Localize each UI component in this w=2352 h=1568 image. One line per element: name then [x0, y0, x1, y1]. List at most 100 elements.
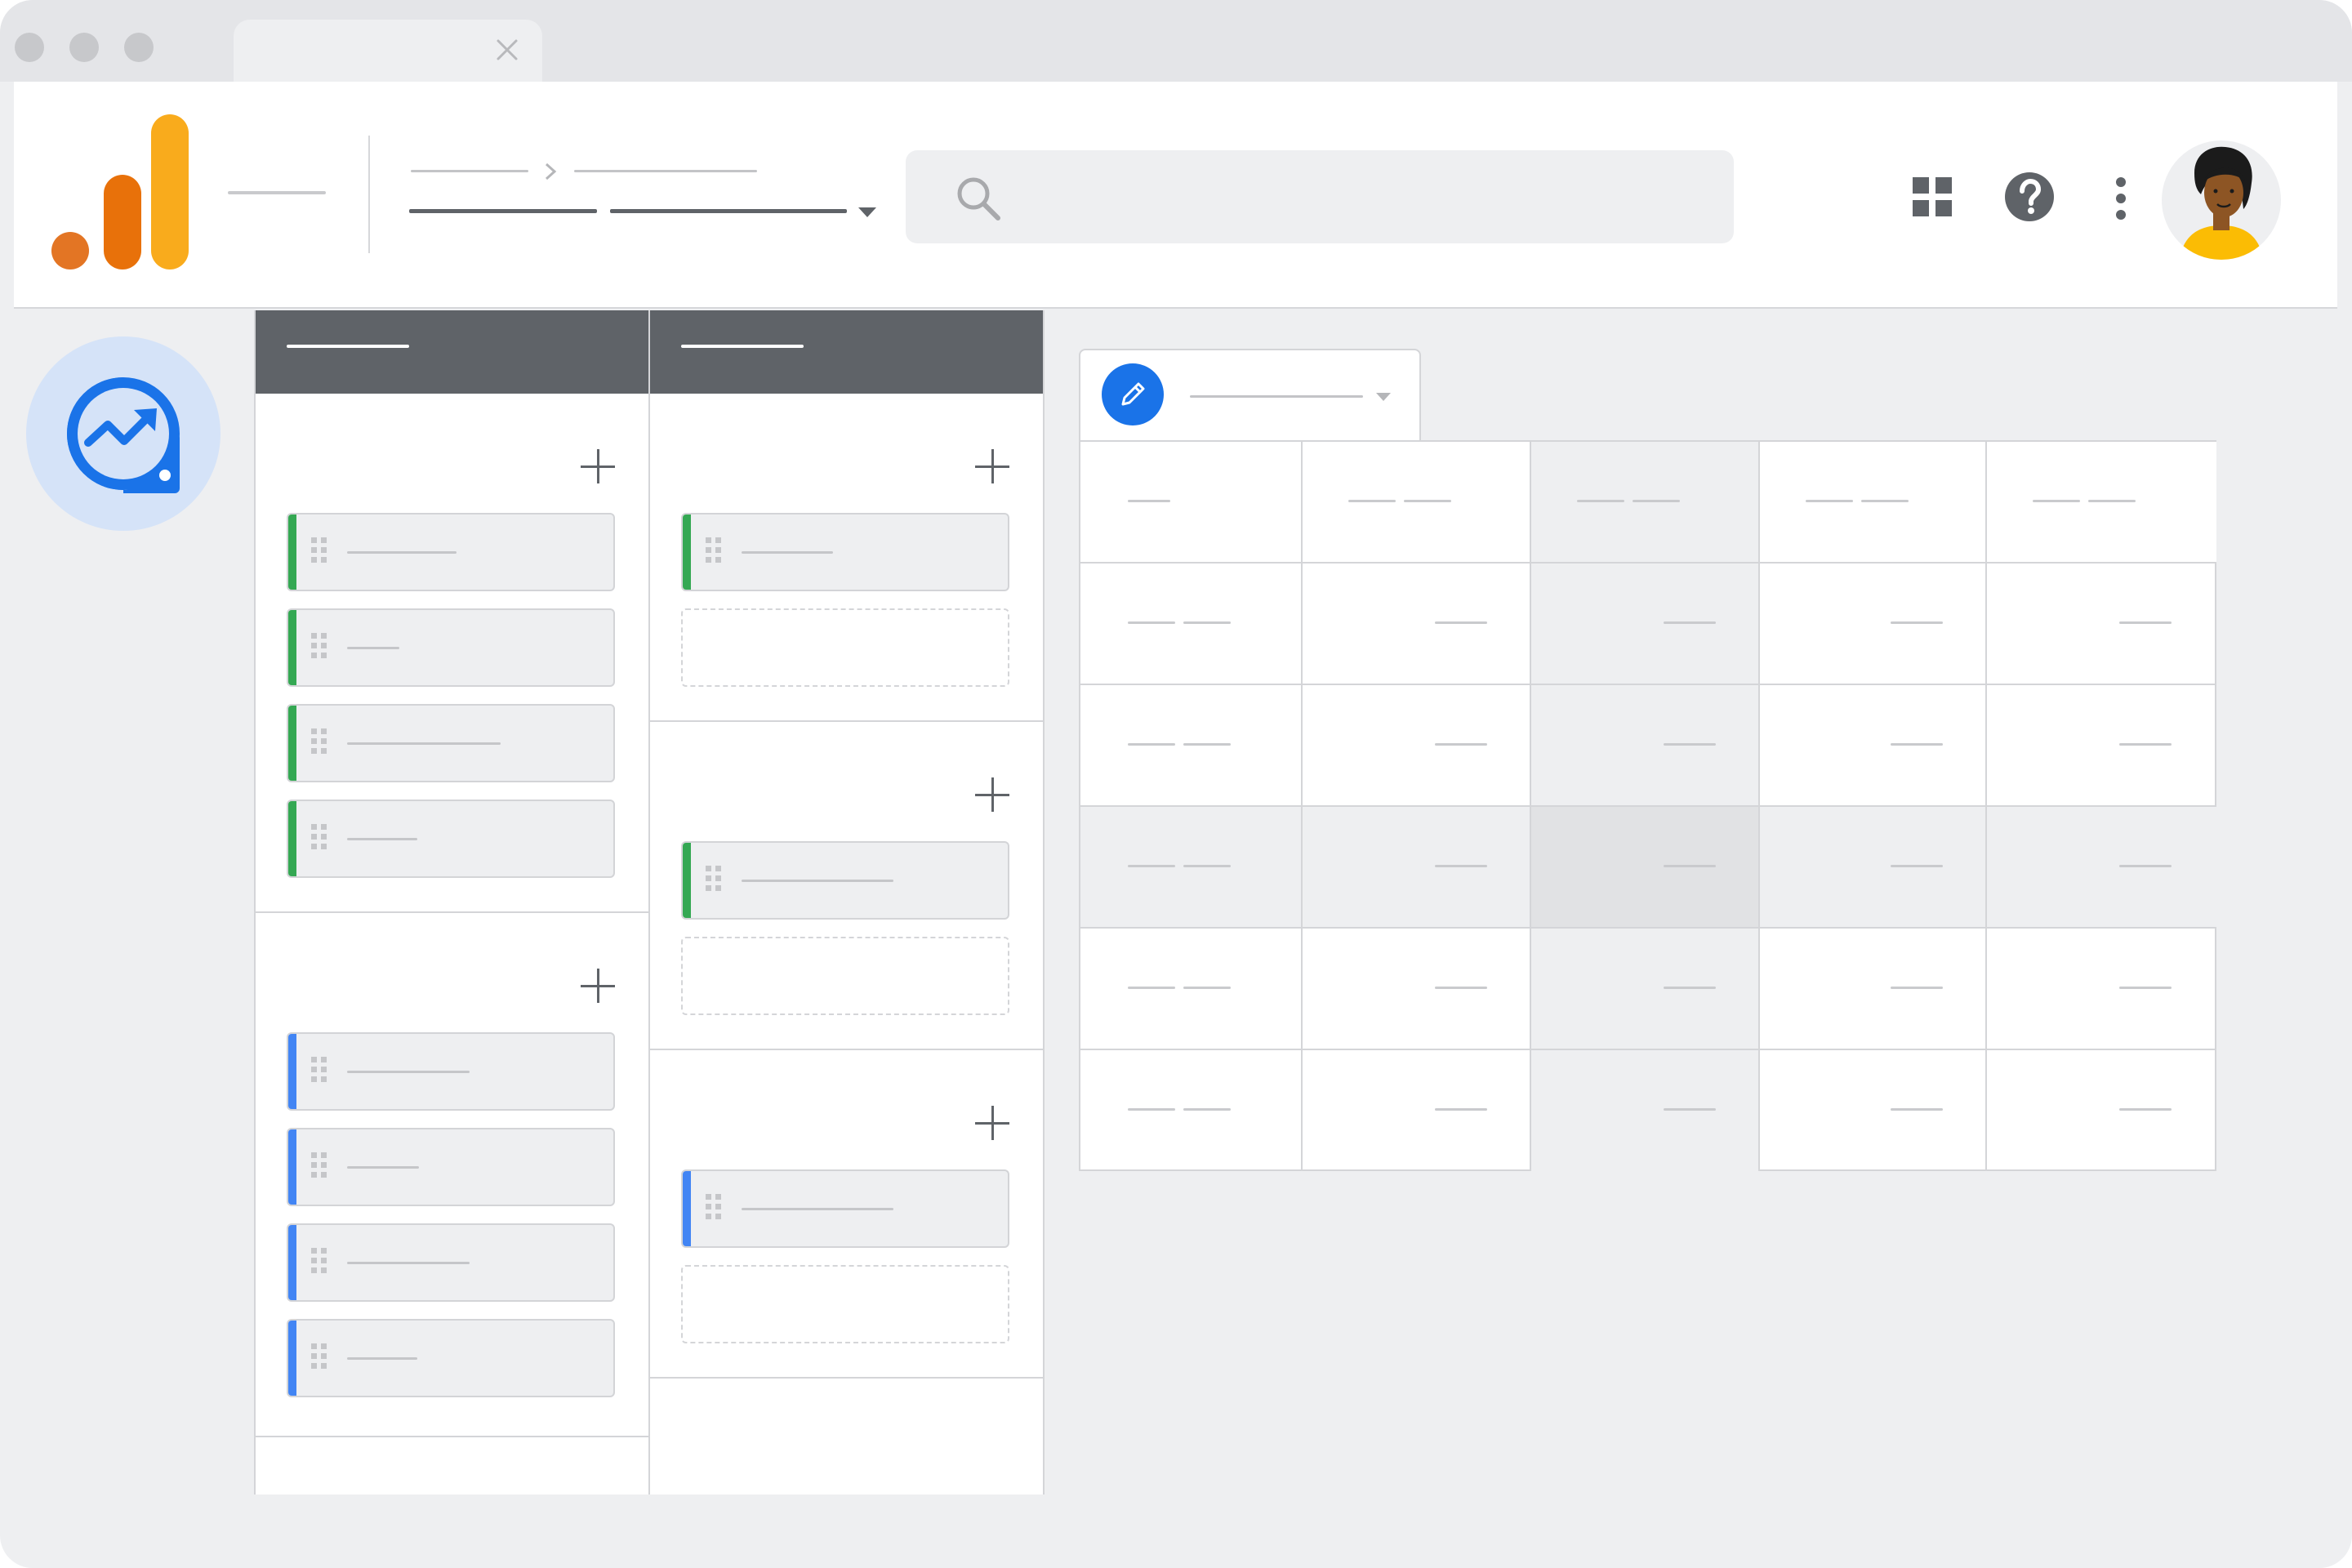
dimension-chip[interactable]	[287, 800, 615, 878]
caret-down-icon[interactable]	[857, 206, 878, 219]
metric-chip[interactable]	[287, 1128, 615, 1206]
cell-value-placeholder	[1183, 987, 1231, 989]
table-cell	[1987, 1050, 2216, 1171]
add-values-button[interactable]	[973, 1104, 1011, 1142]
drag-handle-icon[interactable]	[311, 728, 329, 761]
cell-value-placeholder	[2033, 500, 2080, 502]
cell-value-placeholder	[2088, 500, 2136, 502]
cell-value-placeholder	[1806, 500, 1853, 502]
drag-handle-icon[interactable]	[706, 866, 724, 898]
drag-handle-icon[interactable]	[311, 824, 329, 857]
browser-tab[interactable]	[234, 20, 542, 83]
breadcrumb-current-part2	[610, 209, 847, 213]
table-cell	[1760, 1050, 1987, 1171]
cell-value-placeholder	[1891, 987, 1943, 989]
table-cell	[1303, 564, 1531, 685]
help-icon[interactable]	[2004, 172, 2055, 222]
table-cell	[1760, 564, 1987, 685]
window-minimize-dot[interactable]	[69, 33, 99, 62]
search-icon	[957, 177, 1000, 220]
apps-grid-icon[interactable]	[1912, 176, 1953, 217]
drag-handle-icon[interactable]	[311, 633, 329, 666]
table-cell	[1080, 807, 1303, 929]
metric-chip-label	[347, 1262, 470, 1264]
report-tab[interactable]	[1079, 349, 1421, 443]
tab-settings-panel-title	[681, 345, 804, 348]
drop-zone[interactable]	[681, 608, 1009, 687]
drag-handle-icon[interactable]	[706, 1194, 724, 1227]
close-icon[interactable]	[493, 36, 521, 64]
add-metric-button[interactable]	[579, 967, 617, 1004]
drop-zone[interactable]	[681, 937, 1009, 1015]
cell-value-placeholder	[2119, 987, 2172, 989]
search-input[interactable]	[906, 150, 1734, 243]
edit-tab-button[interactable]	[1102, 363, 1164, 425]
values-chip[interactable]	[681, 1169, 1009, 1248]
cell-value-placeholder	[1664, 743, 1716, 746]
section-divider	[650, 1049, 1043, 1050]
add-rows-button[interactable]	[973, 448, 1011, 485]
dimension-chip-label	[347, 551, 457, 554]
dimension-chip[interactable]	[287, 513, 615, 591]
cell-value-placeholder	[1128, 865, 1175, 867]
rows-chip[interactable]	[681, 513, 1009, 591]
add-columns-button[interactable]	[973, 776, 1011, 813]
window-close-dot[interactable]	[15, 33, 44, 62]
cell-value-placeholder	[1128, 987, 1175, 989]
columns-chip[interactable]	[681, 841, 1009, 920]
section-divider	[256, 911, 648, 913]
column-header[interactable]	[1760, 442, 1987, 564]
cell-value-placeholder	[2119, 865, 2172, 867]
analytics-logo-icon[interactable]	[50, 111, 213, 274]
drag-handle-icon[interactable]	[311, 1152, 329, 1185]
cell-value-placeholder	[1128, 500, 1170, 502]
column-header[interactable]	[1303, 442, 1531, 564]
cell-value-placeholder	[1435, 987, 1487, 989]
metric-chip[interactable]	[287, 1032, 615, 1111]
dimension-color-bar	[288, 801, 296, 876]
header-divider	[368, 136, 370, 253]
dimension-chip-label	[347, 742, 501, 745]
breadcrumb-current-part1	[409, 209, 597, 213]
cell-value-placeholder	[1435, 621, 1487, 624]
window-maximize-dot[interactable]	[124, 33, 154, 62]
drop-zone[interactable]	[681, 1265, 1009, 1343]
drag-handle-icon[interactable]	[311, 1248, 329, 1281]
column-header[interactable]	[1080, 442, 1303, 564]
metric-chip[interactable]	[287, 1319, 615, 1397]
metric-chip-label	[347, 1357, 417, 1360]
variables-panel	[254, 310, 650, 1494]
variables-panel-title	[287, 345, 409, 348]
drag-handle-icon[interactable]	[311, 1057, 329, 1089]
caret-down-icon[interactable]	[1374, 391, 1392, 403]
breadcrumb-parent	[411, 170, 528, 172]
section-divider	[650, 720, 1043, 722]
cell-value-placeholder	[1664, 1108, 1716, 1111]
column-header[interactable]	[1987, 442, 2216, 564]
table-cell	[1303, 929, 1531, 1050]
dimension-color-bar	[288, 610, 296, 685]
explore-trend-icon	[67, 377, 180, 493]
cell-value-placeholder	[1128, 1108, 1175, 1111]
property-name-placeholder	[228, 191, 326, 194]
table-cell	[1987, 685, 2216, 807]
column-header[interactable]	[1531, 442, 1760, 564]
add-dimension-button[interactable]	[579, 448, 617, 485]
cell-value-placeholder	[1435, 865, 1487, 867]
more-vert-icon[interactable]	[2114, 176, 2127, 220]
drag-handle-icon[interactable]	[706, 537, 724, 570]
drag-handle-icon[interactable]	[311, 1343, 329, 1376]
tab-settings-panel-header	[650, 310, 1043, 394]
metric-chip[interactable]	[287, 1223, 615, 1302]
table-cell	[1531, 807, 1760, 929]
dimension-chip[interactable]	[287, 704, 615, 782]
cell-value-placeholder	[1183, 743, 1231, 746]
dimension-chip[interactable]	[287, 608, 615, 687]
drag-handle-icon[interactable]	[311, 537, 329, 570]
table-cell	[1760, 929, 1987, 1050]
cell-value-placeholder	[2119, 1108, 2172, 1111]
explore-nav-button[interactable]	[26, 336, 220, 531]
section-divider	[256, 1436, 648, 1437]
tab-settings-panel	[648, 310, 1045, 1494]
user-avatar[interactable]	[2162, 140, 2281, 260]
